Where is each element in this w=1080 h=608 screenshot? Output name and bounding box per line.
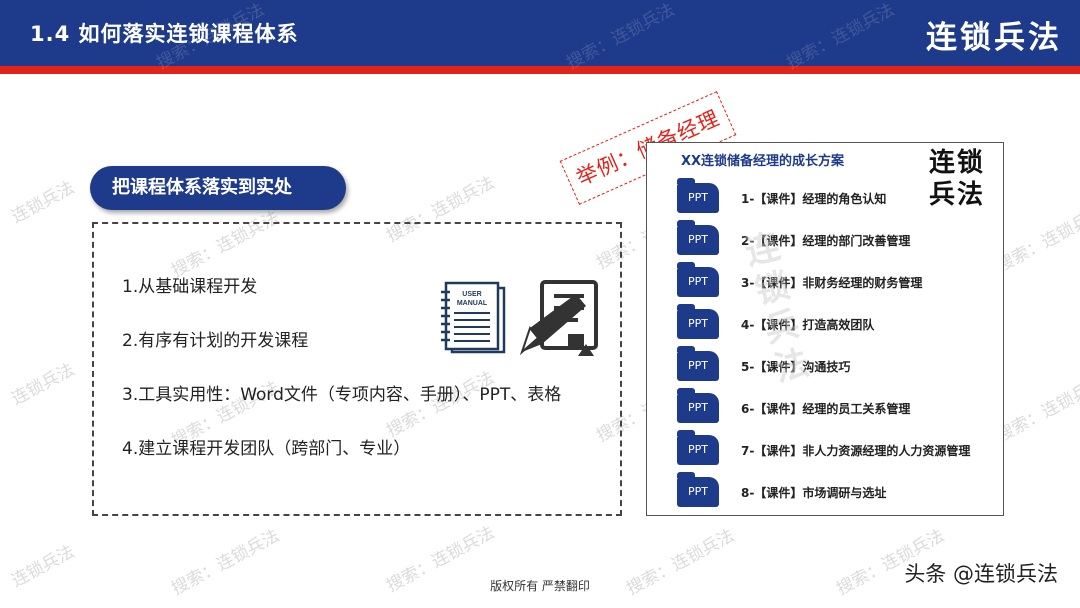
point-item: 3.工具实用性：Word文件（专项内容、手册）、PPT、表格 [122, 385, 562, 405]
ppt-file-icon: PPT [677, 388, 719, 423]
course-label: 8-【课件】市场调研与选址 [741, 486, 887, 500]
watermark: 搜索：连锁兵法 [993, 372, 1080, 447]
watermark: 连锁兵法 [8, 177, 78, 228]
course-label: 3-【课件】非财务经理的财务管理 [741, 276, 923, 290]
course-label: 1-【课件】经理的角色认知 [741, 192, 887, 206]
panel-brand-logo: 连锁兵法 [929, 148, 986, 210]
section-title-pill: 把课程体系落实到实处 [90, 166, 346, 210]
course-label: 4-【课件】打造高效团队 [741, 318, 875, 332]
ppt-file-icon: PPT [677, 262, 719, 297]
ppt-file-icon: PPT [677, 178, 719, 213]
course-label: 2-【课件】经理的部门改善管理 [741, 234, 911, 248]
manual-text-line2: MANUAL [457, 300, 488, 307]
point-item: 1.从基础课程开发 [122, 277, 258, 297]
points-box: 1.从基础课程开发 2.有序有计划的开发课程 3.工具实用性：Word文件（专项… [92, 222, 622, 516]
signing-document-icon [520, 280, 598, 356]
header-bar: 1.4 如何落实连锁课程体系 连锁兵法 [0, 0, 1080, 74]
ppt-file-icon: PPT [677, 346, 719, 381]
course-label: 7-【课件】非人力资源经理的人力资源管理 [741, 444, 971, 458]
manual-text-line1: USER [462, 291, 481, 298]
panel-title: XX连锁储备经理的成长方案 [681, 154, 845, 169]
watermark: 连锁兵法 [8, 359, 78, 410]
watermark: 搜索：连锁兵法 [993, 202, 1080, 277]
growth-plan-panel: XX连锁储备经理的成长方案 连锁兵法 PPT 1-【课件】经理的角色认知 PPT… [646, 142, 1004, 516]
page-title: 1.4 如何落实连锁课程体系 [30, 22, 299, 46]
ppt-file-icon: PPT [677, 220, 719, 255]
header-red-stripe [0, 66, 1080, 74]
ppt-file-icon: PPT [677, 472, 719, 507]
ppt-file-icon: PPT [677, 430, 719, 465]
point-item: 2.有序有计划的开发课程 [122, 331, 309, 351]
course-label: 6-【课件】经理的员工关系管理 [741, 402, 911, 416]
course-label: 5-【课件】沟通技巧 [741, 360, 851, 374]
ppt-file-icon: PPT [677, 304, 719, 339]
point-item: 4.建立课程开发团队（跨部门、专业） [122, 439, 411, 459]
user-manual-icon: USER MANUAL [441, 281, 506, 354]
header-brand-logo: 连锁兵法 [926, 20, 1062, 56]
source-credit: 头条 @连锁兵法 [904, 562, 1058, 586]
